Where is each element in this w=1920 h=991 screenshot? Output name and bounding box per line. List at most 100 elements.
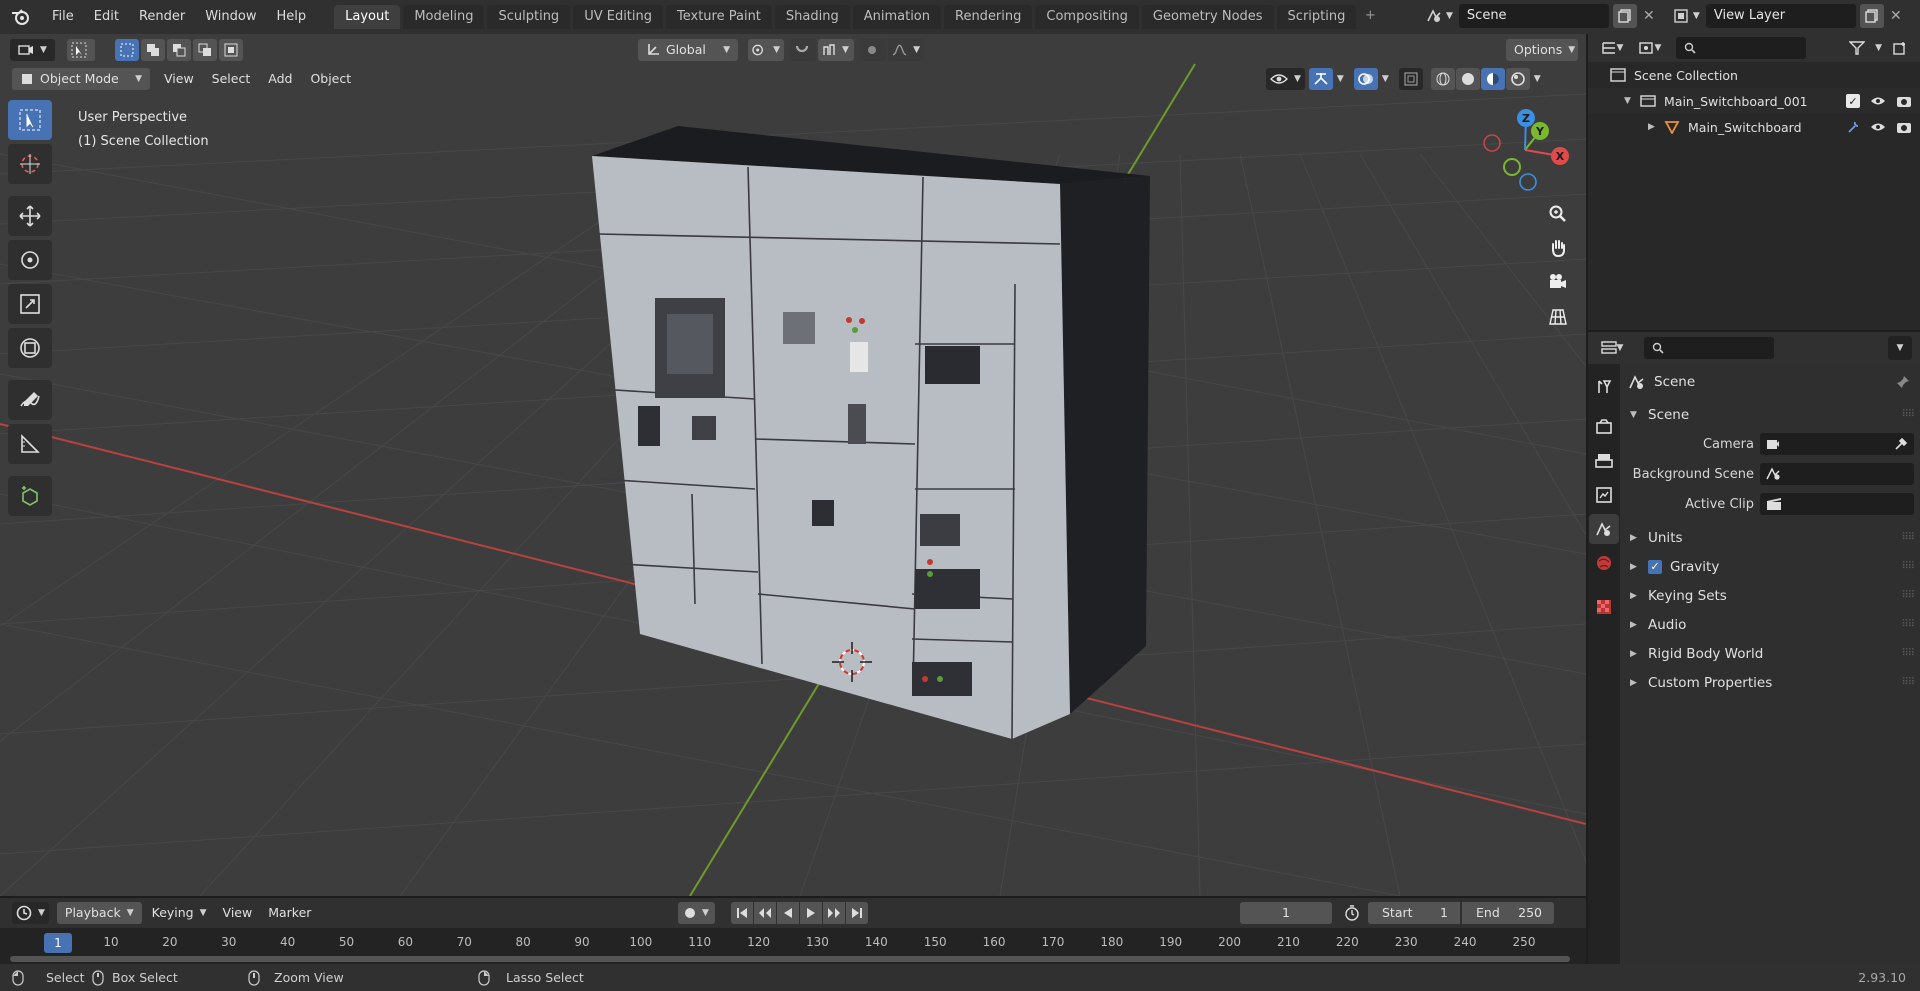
tab-compositing[interactable]: Compositing — [1035, 5, 1139, 29]
chevron-down-icon[interactable]: ▼ — [1534, 74, 1541, 84]
options-dropdown[interactable]: Options ▼ — [1506, 39, 1578, 61]
tab-modeling[interactable]: Modeling — [403, 5, 485, 29]
drag-handle-icon[interactable]: ⠿⠿ — [1901, 619, 1915, 630]
editor-type-dropdown[interactable]: ▼ — [10, 39, 55, 61]
visibility-dropdown[interactable]: ▼ — [1266, 68, 1305, 90]
tab-uv-editing[interactable]: UV Editing — [573, 5, 664, 29]
tool-tab-icon[interactable] — [1589, 372, 1619, 402]
preview-range-icon[interactable] — [1340, 901, 1364, 925]
mode-dropdown[interactable]: Object Mode ▼ — [12, 68, 150, 90]
tab-layout[interactable]: Layout — [334, 5, 401, 29]
timeline-editor[interactable]: ▼ Playback ▼ Keying ▼ View Marker ▼ 1 St… — [0, 898, 1586, 964]
eyedropper-icon[interactable] — [1894, 437, 1908, 451]
chevron-down-icon[interactable]: ▼ — [1446, 11, 1453, 21]
new-scene-icon[interactable] — [1612, 4, 1637, 28]
current-frame-field[interactable]: 1 — [1240, 902, 1332, 924]
camera-view-icon[interactable] — [1543, 267, 1573, 297]
modifier-wrench-icon[interactable] — [1846, 120, 1860, 134]
start-frame-field[interactable]: Start 1 — [1368, 902, 1460, 924]
end-frame-field[interactable]: End 250 — [1462, 902, 1554, 924]
drag-handle-icon[interactable]: ⠿⠿ — [1901, 409, 1915, 420]
texture-tab-icon[interactable] — [1589, 592, 1619, 622]
camera-render-icon[interactable] — [1896, 94, 1912, 108]
select-difference-icon[interactable] — [192, 39, 217, 61]
tab-geometry-nodes[interactable]: Geometry Nodes — [1141, 5, 1274, 29]
3d-viewport[interactable]: ▼ Global ▼ ▼ ▼ ▼ Options ▼ Object Mode ▼… — [0, 34, 1586, 896]
close-icon[interactable]: ✕ — [1637, 4, 1661, 28]
snap-toggle-icon[interactable] — [790, 39, 816, 61]
auto-keying-record-button[interactable]: ▼ — [678, 902, 715, 924]
timeline-scrollbar[interactable] — [10, 956, 1570, 962]
drag-handle-icon[interactable]: ⠿⠿ — [1901, 561, 1915, 572]
chevron-down-icon[interactable]: ▼ — [1875, 43, 1882, 53]
select-subtract-icon[interactable] — [166, 39, 191, 61]
menu-edit[interactable]: Edit — [84, 4, 129, 30]
timeline-editor-type-dropdown[interactable]: ▼ — [12, 902, 49, 924]
switchboard-model[interactable] — [592, 126, 1150, 740]
pin-icon[interactable] — [1896, 375, 1910, 389]
snap-target-dropdown[interactable]: ▼ — [818, 39, 854, 61]
filter-icon[interactable] — [1845, 36, 1869, 60]
scene-name-field[interactable]: Scene — [1458, 4, 1609, 28]
camera-field[interactable] — [1760, 433, 1914, 455]
eye-icon[interactable] — [1870, 95, 1886, 107]
scene-tab-icon[interactable] — [1589, 514, 1619, 544]
select-new-icon[interactable] — [114, 39, 139, 61]
outliner-row-scene-collection[interactable]: Scene Collection — [1588, 62, 1920, 88]
solid-shading-icon[interactable] — [1455, 68, 1480, 90]
output-tab-icon[interactable] — [1589, 446, 1619, 476]
current-frame-indicator[interactable]: 1 — [44, 933, 72, 953]
background-scene-field[interactable] — [1760, 463, 1914, 485]
chevron-down-icon[interactable]: ▼ — [1888, 336, 1912, 360]
close-icon[interactable]: ✕ — [1884, 4, 1908, 28]
tab-rendering[interactable]: Rendering — [944, 5, 1033, 29]
play-icon[interactable] — [799, 902, 822, 924]
annotate-tool-icon[interactable] — [8, 380, 52, 420]
keying-dropdown[interactable]: Keying ▼ — [144, 902, 215, 924]
pivot-point-dropdown[interactable]: ▼ — [748, 39, 784, 61]
chevron-down-icon[interactable]: ▼ — [1382, 74, 1389, 84]
blender-logo-icon[interactable] — [8, 4, 34, 30]
cursor-tool-icon[interactable] — [8, 144, 52, 184]
scene-panel-header[interactable]: ▼ Scene ⠿⠿ — [1620, 400, 1920, 429]
perspective-toggle-icon[interactable] — [1543, 301, 1573, 331]
select-box-tool-icon[interactable] — [8, 100, 52, 140]
gravity-panel-header[interactable]: ▶ ✓ Gravity ⠿⠿ — [1620, 552, 1920, 581]
menu-window[interactable]: Window — [195, 4, 266, 30]
gravity-checkbox[interactable]: ✓ — [1648, 559, 1662, 574]
add-workspace-icon[interactable]: + — [1359, 4, 1381, 28]
menu-render[interactable]: Render — [129, 4, 195, 30]
transform-tool-icon[interactable] — [8, 328, 52, 368]
pan-hand-icon[interactable] — [1543, 233, 1573, 263]
drag-handle-icon[interactable]: ⠿⠿ — [1901, 532, 1915, 543]
drag-handle-icon[interactable]: ⠿⠿ — [1901, 677, 1915, 688]
custom-properties-panel-header[interactable]: ▶ Custom Properties ⠿⠿ — [1620, 668, 1920, 697]
properties-editor-icon[interactable]: ▼ — [1596, 336, 1628, 360]
chevron-down-icon[interactable]: ▼ — [1337, 74, 1344, 84]
camera-render-icon[interactable] — [1896, 120, 1912, 134]
add-cube-tool-icon[interactable] — [8, 476, 52, 516]
object-menu[interactable]: Object — [302, 68, 359, 90]
outliner-row-collection[interactable]: ▼ Main_Switchboard_001 ✓ — [1588, 88, 1920, 114]
rendered-shading-icon[interactable] — [1505, 68, 1530, 90]
wireframe-shading-icon[interactable] — [1430, 68, 1455, 90]
tab-shading[interactable]: Shading — [774, 5, 850, 29]
play-reverse-icon[interactable] — [776, 902, 799, 924]
drag-handle-icon[interactable]: ⠿⠿ — [1901, 648, 1915, 659]
rotate-tool-icon[interactable] — [8, 240, 52, 280]
menu-file[interactable]: File — [42, 4, 84, 30]
units-panel-header[interactable]: ▶ Units ⠿⠿ — [1620, 523, 1920, 552]
timeline-marker-menu[interactable]: Marker — [260, 902, 319, 924]
render-tab-icon[interactable] — [1589, 412, 1619, 442]
active-clip-field[interactable] — [1760, 493, 1914, 515]
proportional-edit-icon[interactable] — [860, 39, 886, 61]
frame-ruler[interactable]: 1 10 20 30 40 50 60 70 80 90 100 110 120 130 140 150 160… — [0, 932, 1586, 954]
menu-help[interactable]: Help — [267, 4, 317, 30]
playback-dropdown[interactable]: Playback ▼ — [56, 902, 142, 924]
measure-tool-icon[interactable] — [8, 424, 52, 464]
select-intersect-icon[interactable] — [218, 39, 243, 61]
world-tab-icon[interactable] — [1589, 548, 1619, 578]
chevron-down-icon[interactable]: ▼ — [1693, 11, 1700, 21]
navigation-gizmo[interactable]: X Y Z — [1480, 104, 1570, 194]
select-menu[interactable]: Select — [204, 68, 259, 90]
